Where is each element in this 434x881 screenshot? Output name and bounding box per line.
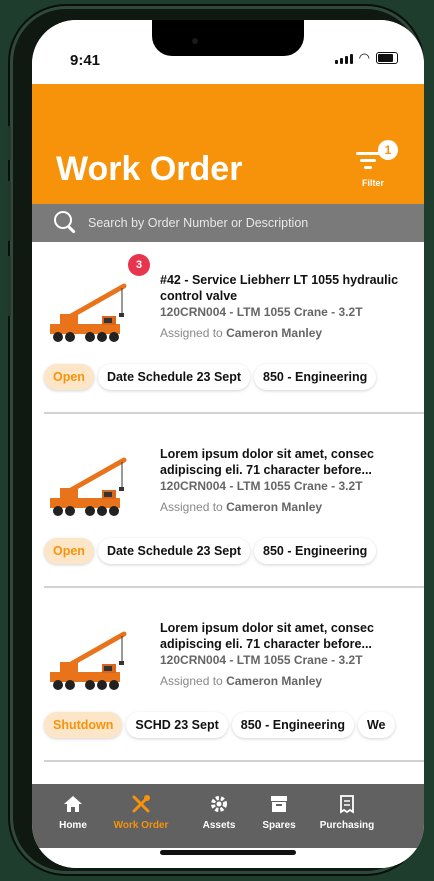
work-order-card[interactable]: 3 #42 - Service Liebherr LT 1055 hydraul… xyxy=(32,242,424,414)
chip-row: Open Date Schedule 23 Sept 850 - Engineeri… xyxy=(44,538,377,564)
tab-label: Work Order xyxy=(113,820,169,831)
work-order-title: Lorem ipsum dolor sit amet, consec adipi… xyxy=(160,621,374,651)
tab-label: Home xyxy=(59,820,87,831)
archive-box-icon xyxy=(268,794,290,814)
notch xyxy=(152,20,304,56)
chip-row: Open Date Schedule 23 Sept 850 - Engineeri… xyxy=(44,364,377,390)
assignee-name: Cameron Manley xyxy=(226,674,323,688)
volume-up-button xyxy=(7,181,11,241)
bottom-tab-bar: Home Work Order Assets Spares Purchasing xyxy=(32,784,424,848)
divider xyxy=(44,412,424,414)
divider xyxy=(44,586,424,588)
info-chip[interactable]: SCHD 23 Sept xyxy=(126,712,228,738)
notification-badge: 3 xyxy=(128,254,150,276)
receipt-icon xyxy=(336,794,358,814)
page-title: Work Order xyxy=(56,150,243,188)
asset-label: 120CRN004 - LTM 1055 Crane - 3.2T xyxy=(160,479,363,493)
work-order-card[interactable]: Lorem ipsum dolor sit amet, consec adipi… xyxy=(32,416,424,588)
work-order-title: Lorem ipsum dolor sit amet, consec adipi… xyxy=(160,447,374,477)
battery-icon xyxy=(376,52,398,64)
status-time: 9:41 xyxy=(70,52,101,69)
status-icons: ◠ xyxy=(334,50,398,65)
filter-button[interactable]: 1 Filter xyxy=(356,140,400,194)
info-chip[interactable]: Date Schedule 23 Sept xyxy=(97,364,251,390)
assigned-prefix: Assigned to xyxy=(160,500,223,514)
home-icon xyxy=(62,794,84,814)
tab-home[interactable]: Home xyxy=(38,794,108,831)
info-chip[interactable]: 850 - Engineering xyxy=(254,364,377,390)
status-chip[interactable]: Open xyxy=(44,538,94,564)
home-indicator[interactable] xyxy=(160,850,296,855)
assigned-prefix: Assigned to xyxy=(160,674,223,688)
info-chip[interactable]: We xyxy=(357,712,395,738)
chip-row: Shutdown SCHD 23 Sept 850 - Engineering We xyxy=(44,712,395,738)
work-order-title: #42 - Service Liebherr LT 1055 hydraulic… xyxy=(160,273,399,303)
search-input[interactable]: Search by Order Number or Description xyxy=(88,216,308,230)
crane-thumbnail xyxy=(44,454,134,522)
signal-icon xyxy=(334,54,353,64)
work-order-list[interactable]: 3 #42 - Service Liebherr LT 1055 hydraul… xyxy=(32,242,424,784)
divider xyxy=(44,760,424,762)
asset-label: 120CRN004 - LTM 1055 Crane - 3.2T xyxy=(160,653,363,667)
assignee-name: Cameron Manley xyxy=(226,326,323,340)
status-chip[interactable]: Shutdown xyxy=(44,712,123,738)
search-bar[interactable]: Search by Order Number or Description xyxy=(32,204,424,242)
filter-label: Filter xyxy=(362,178,385,188)
tools-icon xyxy=(130,794,152,814)
info-chip[interactable]: 850 - Engineering xyxy=(231,712,354,738)
asset-label: 120CRN004 - LTM 1055 Crane - 3.2T xyxy=(160,305,363,319)
app-screen: 9:41 ◠ Work Order 1 Filter Search by Ord… xyxy=(32,20,424,868)
wifi-icon: ◠ xyxy=(358,50,370,65)
assigned-to: Assigned to Cameron Manley xyxy=(160,674,322,688)
assigned-prefix: Assigned to xyxy=(160,326,223,340)
mute-switch xyxy=(7,126,11,160)
tab-work-order[interactable]: Work Order xyxy=(106,794,176,831)
crane-thumbnail xyxy=(44,280,134,348)
work-order-card[interactable]: Lorem ipsum dolor sit amet, consec adipi… xyxy=(32,590,424,762)
assigned-to: Assigned to Cameron Manley xyxy=(160,500,322,514)
tab-label: Purchasing xyxy=(319,820,375,831)
info-chip[interactable]: 850 - Engineering xyxy=(254,538,377,564)
tab-purchasing[interactable]: Purchasing xyxy=(312,794,382,831)
assigned-to: Assigned to Cameron Manley xyxy=(160,326,322,340)
filter-count-badge: 1 xyxy=(378,140,398,160)
status-chip[interactable]: Open xyxy=(44,364,94,390)
tab-label: Spares xyxy=(262,820,296,831)
volume-down-button xyxy=(7,256,11,316)
crane-thumbnail xyxy=(44,628,134,696)
gear-icon xyxy=(208,794,230,814)
app-header: Work Order 1 Filter xyxy=(32,84,424,204)
search-icon xyxy=(54,211,72,229)
tab-spares[interactable]: Spares xyxy=(244,794,314,831)
info-chip[interactable]: Date Schedule 23 Sept xyxy=(97,538,251,564)
assignee-name: Cameron Manley xyxy=(226,500,323,514)
